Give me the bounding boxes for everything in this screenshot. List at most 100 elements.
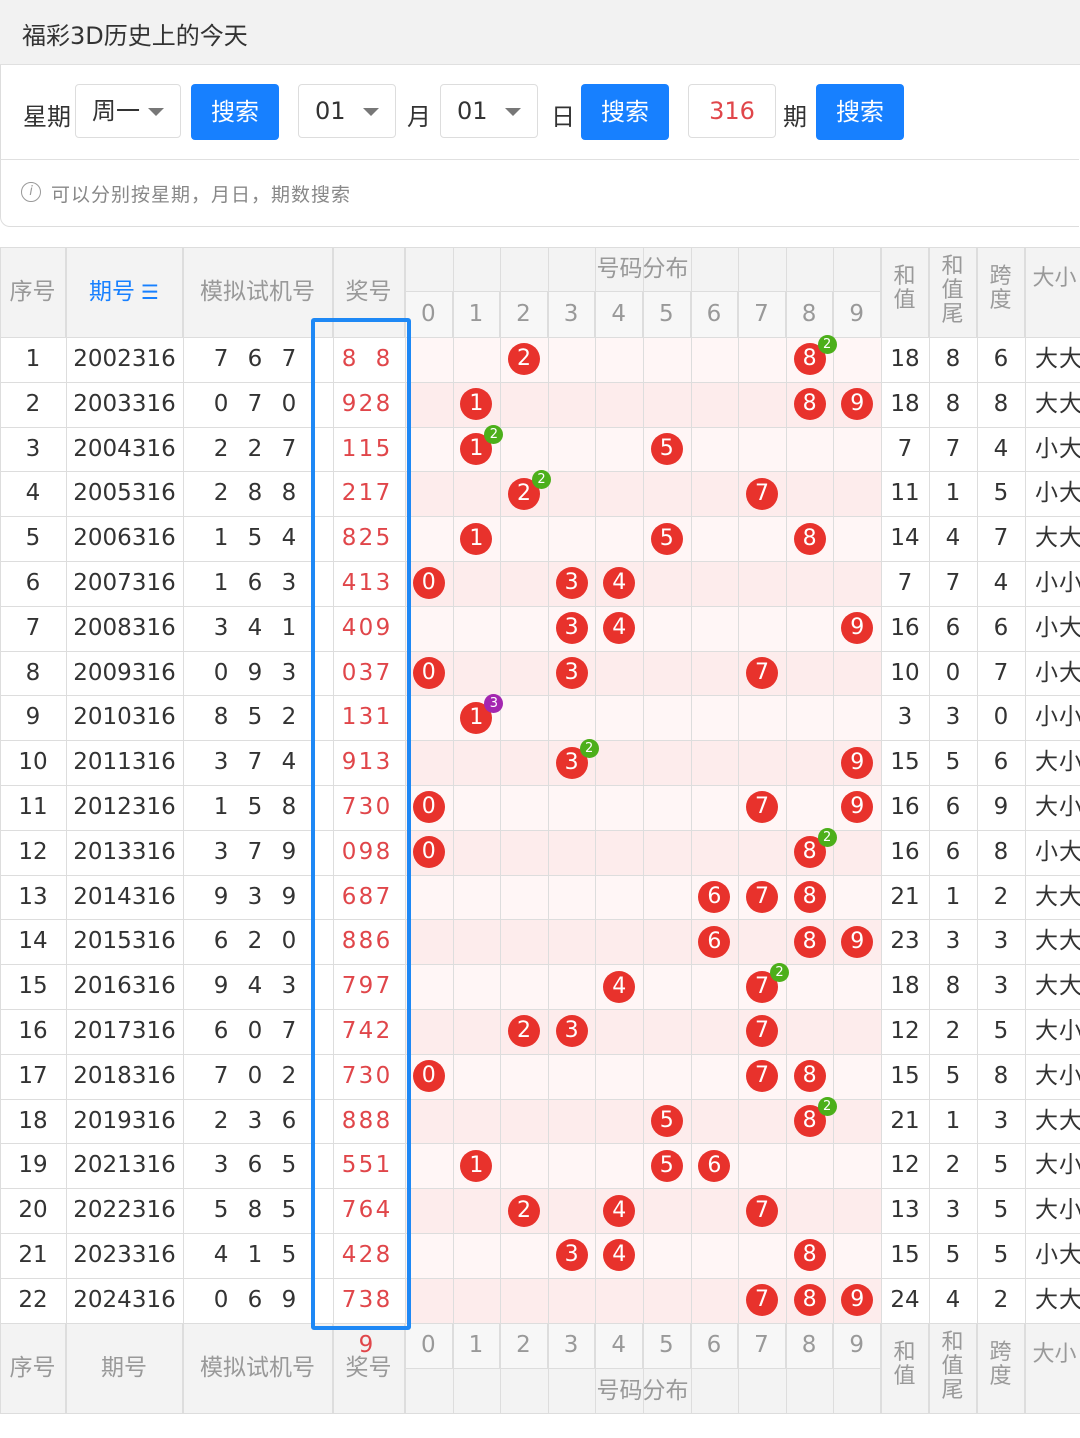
row-size: 大大 [1035,346,1080,372]
row-tail: 2 [945,1018,961,1044]
row-sum: 7 [897,435,913,462]
issue-number: 2018316 [73,1062,176,1089]
row-size: 小小 [1035,570,1080,596]
issue-input[interactable]: 316 [688,84,776,138]
row-size: 大小 [1035,794,1080,820]
row-sum: 18 [890,346,920,372]
header-span-label: 跨度 [989,264,1012,313]
header-issue[interactable]: 期号 ☰ [66,247,183,337]
row-sum: 15 [890,1062,920,1089]
row-size: 大大 [1035,1286,1080,1313]
row-seq: 21 [18,1242,48,1268]
ball-0: 0 [412,791,445,824]
row-span: 6 [993,346,1009,372]
header-sum-label: 和值 [893,264,916,313]
issue-number: 2003316 [73,390,176,417]
header-sum-label: 和值 [893,1339,916,1389]
month-select[interactable]: 01 [298,84,396,138]
ball-8: 8 [793,925,826,958]
row-seq: 14 [18,928,48,955]
row-tail: 6 [945,794,961,820]
header-sum: 和值 [881,247,929,337]
ball-8: 8 [793,1284,826,1317]
weekday-select[interactable]: 周一 [75,84,181,138]
ball-5: 5 [650,1105,683,1137]
row-span: 5 [993,1018,1009,1044]
row-tail: 2 [945,1152,961,1179]
search-bar: 星期 周一 搜索 01 月 01 日 搜索 316 期 搜索 [0,65,1079,160]
ball-7: 7 [746,1060,778,1093]
column-divider [690,247,692,1413]
row-sum: 11 [890,480,920,507]
row-tail: 5 [945,1062,961,1089]
row-span: 7 [993,525,1009,552]
issue-search-button[interactable]: 搜索 [816,84,904,140]
sort-icon[interactable]: ☰ [141,280,159,304]
header-issue[interactable]: 期号 [66,1322,183,1413]
row-sum: 21 [890,1107,920,1134]
repeat-count-badge: 2 [817,335,837,355]
date-search-button[interactable]: 搜索 [581,84,669,140]
issue-number: 2011316 [73,749,176,776]
issue-number: 2004316 [73,435,176,462]
ball-3: 3 [555,657,588,689]
header-digit-4: 4 [595,292,643,337]
header-tail-label: 和值尾 [941,254,964,327]
row-seq: 8 [25,659,41,686]
row-tail: 5 [945,749,961,776]
header-digit-7: 7 [738,1322,786,1368]
header-digit-8: 8 [785,1322,834,1368]
ball-0: 0 [412,657,445,689]
ball-7: 7 [746,1194,778,1227]
header-digit-2: 2 [500,292,548,337]
weekday-search-button[interactable]: 搜索 [191,84,279,140]
row-sum: 16 [890,838,920,865]
header-size-label: 大小 [1032,1341,1077,1367]
row-size: 小大 [1035,659,1080,686]
issue-number: 2021316 [73,1152,176,1179]
ball-0: 0 [412,1060,445,1093]
repeat-count-badge: 2 [817,828,837,848]
row-span: 9 [993,794,1009,820]
row-sum: 12 [890,1018,920,1044]
ball-3: 3 [555,1239,588,1272]
row-seq: 20 [18,1197,48,1224]
row-size: 小大 [1035,838,1080,865]
row-size: 大大 [1035,928,1080,955]
row-span: 3 [993,1107,1009,1134]
day-select[interactable]: 01 [440,84,538,138]
row-seq: 9 [25,704,41,731]
title-bar: 福彩3D历史上的今天 [0,0,1080,65]
row-tail: 0 [945,659,961,686]
header-digit-9: 9 [833,1322,881,1368]
day-label: 日 [551,103,575,131]
header-sim: 模拟试机号 [183,1322,333,1413]
row-span: 5 [993,1152,1009,1179]
row-size: 小大 [1035,614,1080,641]
row-seq: 6 [25,570,41,596]
row-divider [0,1412,1080,1414]
header-digit-5: 5 [643,1322,691,1368]
row-seq: 17 [18,1062,48,1089]
chevron-down-icon [505,108,521,116]
row-span: 5 [993,1197,1009,1224]
row-tail: 1 [945,480,961,507]
ball-8: 8 [793,388,826,421]
ball-1: 1 [460,522,493,555]
prize-column-highlight [311,318,411,1330]
header-span: 跨度 [977,247,1025,337]
column-divider [500,247,502,1413]
weekday-label: 星期 [23,103,71,131]
issue-number: 2017316 [73,1018,176,1044]
issue-number: 2012316 [73,794,176,820]
header-digit-3: 3 [547,1322,596,1368]
row-sum: 23 [890,928,920,955]
hint-text: 可以分别按星期，月日，期数搜索 [51,184,352,206]
weekday-value: 周一 [92,97,140,125]
header-digit-5: 5 [643,292,691,337]
row-tail: 7 [945,570,961,596]
row-seq: 12 [18,838,48,865]
row-seq: 2 [25,390,41,417]
repeat-count-badge: 2 [817,1097,837,1116]
row-tail: 7 [945,435,961,462]
